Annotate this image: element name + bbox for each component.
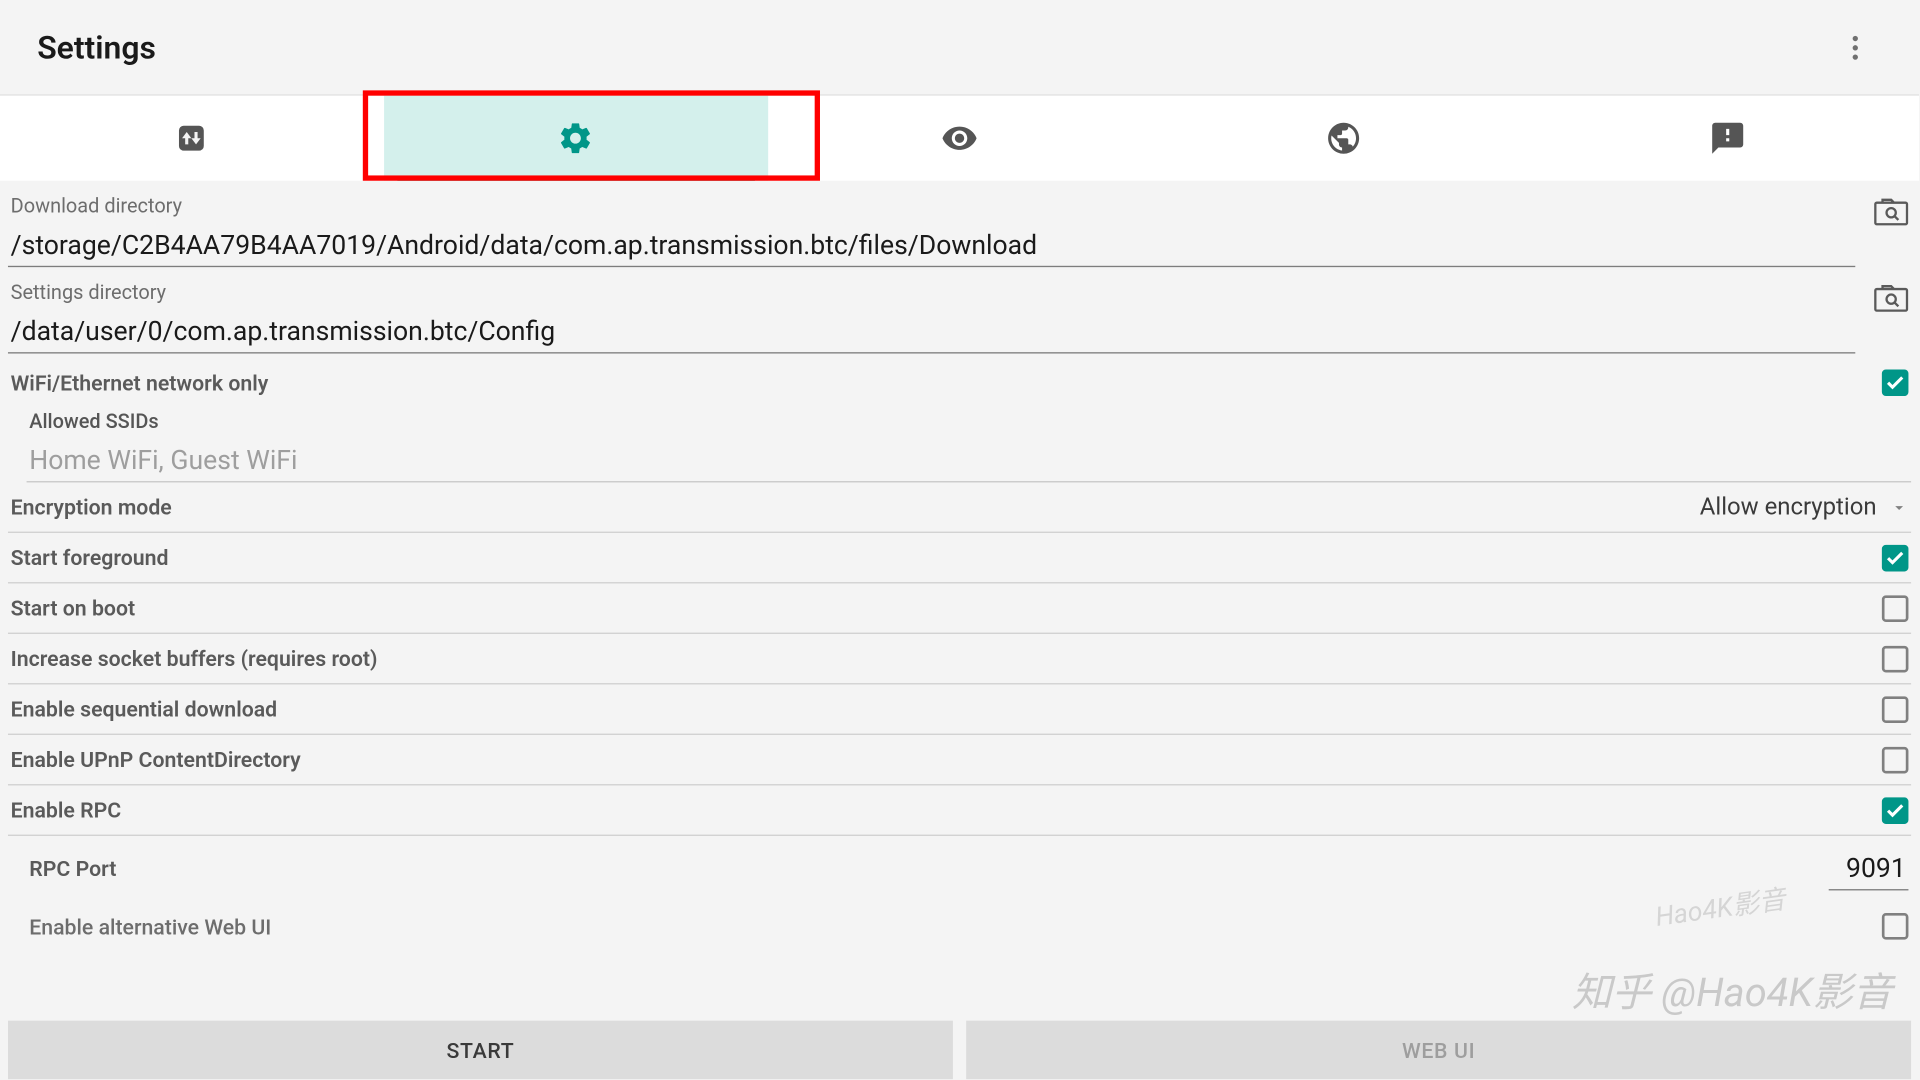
start-button[interactable]: START xyxy=(8,1021,953,1079)
eye-icon xyxy=(941,120,978,157)
download-dir-input[interactable] xyxy=(8,221,1855,268)
settings-dir-browse-button[interactable] xyxy=(1871,280,1911,315)
enable-rpc-label: Enable RPC xyxy=(11,797,1882,822)
alt-web-ui-label: Enable alternative Web UI xyxy=(11,914,1882,939)
settings-dir-input[interactable] xyxy=(8,307,1855,354)
app-bar: Settings xyxy=(0,0,1919,96)
upnp-content-checkbox[interactable] xyxy=(1882,746,1909,773)
start-on-boot-checkbox[interactable] xyxy=(1882,595,1909,622)
increase-socket-label: Increase socket buffers (requires root) xyxy=(11,646,1882,671)
upnp-content-label: Enable UPnP ContentDirectory xyxy=(11,747,1882,772)
start-on-boot-label: Start on boot xyxy=(11,595,1882,620)
enable-rpc-checkbox[interactable] xyxy=(1882,797,1909,824)
download-dir-browse-button[interactable] xyxy=(1871,194,1911,229)
alt-web-ui-checkbox[interactable] xyxy=(1882,913,1909,940)
settings-dir-label: Settings directory xyxy=(8,275,1855,307)
start-foreground-label: Start foreground xyxy=(11,545,1882,570)
settings-content: Download directory Settings directory xyxy=(0,181,1919,952)
tab-settings[interactable] xyxy=(384,96,768,181)
transfers-icon xyxy=(173,120,210,157)
overflow-menu-button[interactable] xyxy=(1829,21,1882,74)
increase-socket-checkbox[interactable] xyxy=(1882,645,1909,672)
watermark-large: 知乎 @Hao4K影音 xyxy=(1572,960,1893,1018)
wifi-only-checkbox[interactable] xyxy=(1882,369,1909,396)
web-ui-button[interactable]: WEB UI xyxy=(966,1021,1911,1079)
info-bubble-icon xyxy=(1709,120,1746,157)
tab-network[interactable] xyxy=(1151,96,1535,181)
wifi-only-label: WiFi/Ethernet network only xyxy=(11,370,1882,395)
download-dir-label: Download directory xyxy=(8,189,1855,221)
dropdown-caret-icon[interactable] xyxy=(1890,498,1909,517)
tab-watch[interactable] xyxy=(768,96,1152,181)
allowed-ssids-input[interactable] xyxy=(27,436,1912,483)
more-vert-icon xyxy=(1839,31,1871,63)
sequential-dl-label: Enable sequential download xyxy=(11,696,1882,721)
sequential-dl-checkbox[interactable] xyxy=(1882,696,1909,723)
tab-bar xyxy=(0,96,1919,181)
bottom-action-bar: START WEB UI xyxy=(8,1021,1911,1079)
encryption-label: Encryption mode xyxy=(11,494,1700,519)
tab-about[interactable] xyxy=(1535,96,1919,181)
allowed-ssids-label: Allowed SSIDs xyxy=(27,404,1912,436)
browse-folder-icon xyxy=(1874,197,1909,226)
rpc-port-input[interactable] xyxy=(1829,847,1909,891)
encryption-value[interactable]: Allow encryption xyxy=(1700,493,1890,521)
gear-icon xyxy=(557,120,594,157)
page-title: Settings xyxy=(37,29,1828,66)
browse-folder-icon xyxy=(1874,283,1909,312)
globe-icon xyxy=(1325,120,1362,157)
tab-transfers[interactable] xyxy=(0,96,384,181)
start-foreground-checkbox[interactable] xyxy=(1882,544,1909,571)
rpc-port-label: RPC Port xyxy=(11,856,1829,881)
